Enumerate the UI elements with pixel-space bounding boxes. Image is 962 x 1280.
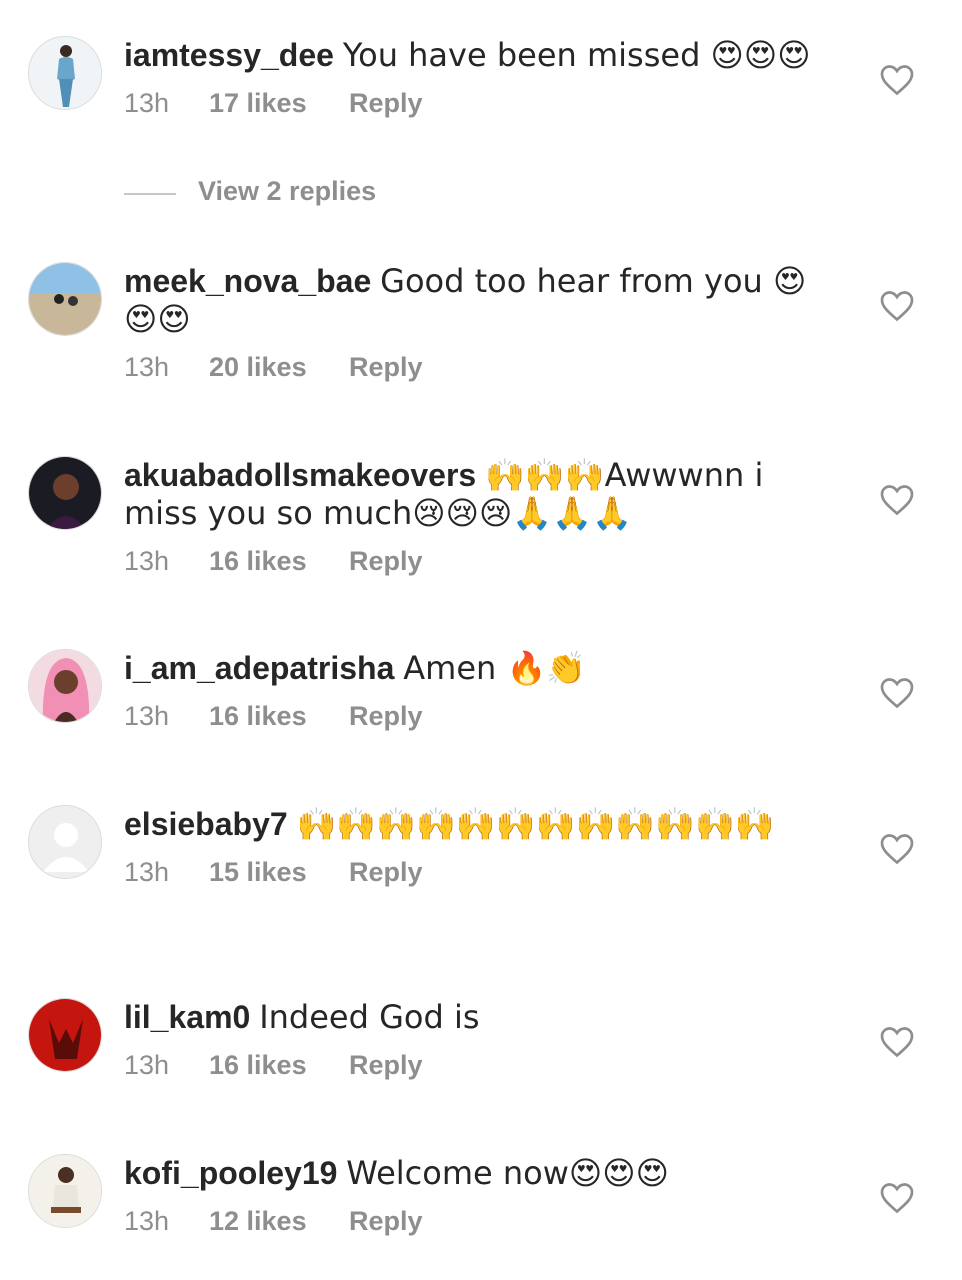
comment-username[interactable]: kofi_pooley19 bbox=[124, 1155, 337, 1191]
comment-username[interactable]: i_am_adepatrisha bbox=[124, 650, 394, 686]
comment-likes-count[interactable]: 12 likes bbox=[209, 1206, 349, 1237]
heart-outline-icon[interactable] bbox=[879, 1025, 915, 1059]
comment-username[interactable]: akuabadollsmakeovers bbox=[124, 457, 476, 493]
avatar-photo bbox=[29, 1155, 101, 1227]
reply-button[interactable]: Reply bbox=[349, 857, 423, 888]
comment-timestamp: 13h bbox=[124, 352, 170, 382]
reply-button[interactable]: Reply bbox=[349, 1206, 423, 1237]
comment-username[interactable]: meek_nova_bae bbox=[124, 263, 371, 299]
default-avatar-icon bbox=[29, 806, 101, 878]
heart-outline-icon[interactable] bbox=[879, 1181, 915, 1215]
reply-button[interactable]: Reply bbox=[349, 1050, 423, 1081]
avatar-photo bbox=[29, 263, 101, 335]
reply-button[interactable]: Reply bbox=[349, 546, 423, 577]
reply-button[interactable]: Reply bbox=[349, 701, 423, 732]
avatar[interactable] bbox=[28, 998, 102, 1072]
comment-timestamp: 13h bbox=[124, 1050, 170, 1080]
comment-timestamp: 13h bbox=[124, 857, 170, 887]
comment-likes-count[interactable]: 17 likes bbox=[209, 88, 349, 119]
comment-likes-count[interactable]: 16 likes bbox=[209, 546, 349, 577]
view-replies-label: View 2 replies bbox=[198, 176, 377, 206]
comment-text: Amen 🔥👏 bbox=[403, 649, 587, 687]
comment-text: 🙌🙌🙌🙌🙌🙌🙌🙌🙌🙌🙌🙌 bbox=[296, 805, 775, 843]
avatar-photo bbox=[29, 37, 101, 109]
comment-text: You have been missed 😍😍😍 bbox=[342, 36, 811, 74]
comment-timestamp: 13h bbox=[124, 1206, 170, 1236]
comment-timestamp: 13h bbox=[124, 701, 170, 731]
comment-username[interactable]: iamtessy_dee bbox=[124, 37, 334, 73]
heart-outline-icon[interactable] bbox=[879, 63, 915, 97]
comment-text: Welcome now😍😍😍 bbox=[346, 1154, 669, 1192]
heart-outline-icon[interactable] bbox=[879, 832, 915, 866]
comment-username[interactable]: lil_kam0 bbox=[124, 999, 250, 1035]
comment-likes-count[interactable]: 15 likes bbox=[209, 857, 349, 888]
reply-button[interactable]: Reply bbox=[349, 352, 423, 383]
avatar-photo bbox=[29, 457, 101, 529]
avatar[interactable] bbox=[28, 36, 102, 110]
comment-likes-count[interactable]: 16 likes bbox=[209, 701, 349, 732]
replies-divider bbox=[124, 193, 176, 195]
avatar-photo bbox=[29, 999, 101, 1071]
reply-button[interactable]: Reply bbox=[349, 88, 423, 119]
default-avatar-icon[interactable] bbox=[28, 805, 102, 879]
heart-outline-icon[interactable] bbox=[879, 676, 915, 710]
heart-outline-icon[interactable] bbox=[879, 289, 915, 323]
comment-username[interactable]: elsiebaby7 bbox=[124, 806, 288, 842]
avatar[interactable] bbox=[28, 1154, 102, 1228]
avatar[interactable] bbox=[28, 262, 102, 336]
comment-likes-count[interactable]: 16 likes bbox=[209, 1050, 349, 1081]
avatar[interactable] bbox=[28, 649, 102, 723]
comment-timestamp: 13h bbox=[124, 88, 170, 118]
avatar[interactable] bbox=[28, 456, 102, 530]
comment-timestamp: 13h bbox=[124, 546, 170, 576]
heart-outline-icon[interactable] bbox=[879, 483, 915, 517]
comment-text: Indeed God is bbox=[259, 998, 480, 1036]
avatar-photo bbox=[29, 650, 101, 722]
comment-likes-count[interactable]: 20 likes bbox=[209, 352, 349, 383]
